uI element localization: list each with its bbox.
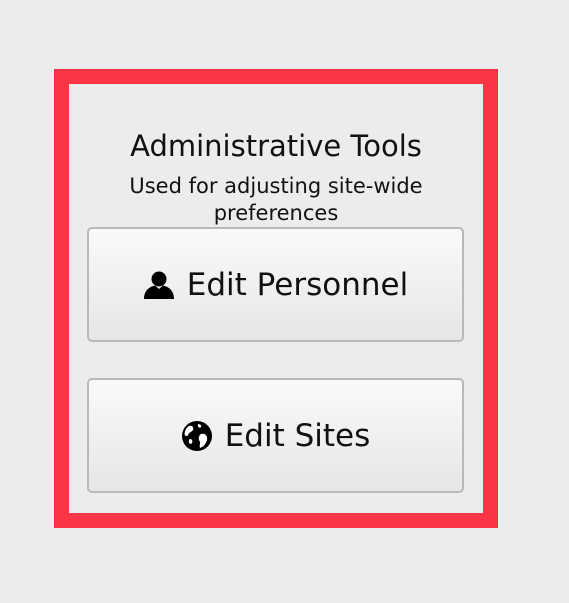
user-icon (143, 270, 175, 300)
panel-subtitle: Used for adjusting site-wide preferences (129, 174, 423, 225)
globe-icon (181, 420, 213, 452)
edit-sites-label: Edit Sites (224, 417, 371, 454)
panel-title: Administrative Tools (130, 129, 422, 163)
admin-tools-panel: Administrative Tools Used for adjusting … (54, 69, 498, 528)
edit-personnel-label: Edit Personnel (186, 266, 409, 303)
edit-personnel-button[interactable]: Edit Personnel (87, 227, 464, 342)
edit-sites-button[interactable]: Edit Sites (87, 378, 464, 493)
